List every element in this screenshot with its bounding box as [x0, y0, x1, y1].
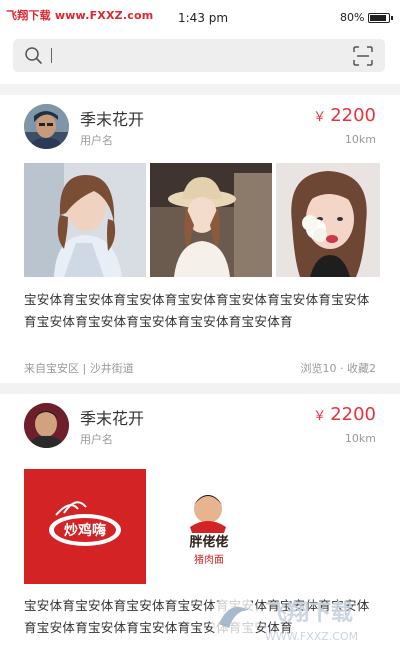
listing-photo[interactable] [24, 163, 146, 277]
price-value: 2200 [330, 404, 376, 425]
user-subtitle: 用户名 [80, 433, 113, 446]
status-time: 1:43 pm [178, 11, 229, 25]
price: ￥ 2200 [313, 105, 376, 126]
listing-stats: 浏览10 · 收藏2 [300, 362, 377, 375]
shop-logo-subtext: 猪肉面 [194, 553, 224, 566]
user-subtitle: 用户名 [80, 134, 113, 147]
avatar[interactable] [24, 104, 69, 149]
shop-logo[interactable]: 炒鸡嗨 [24, 469, 146, 584]
watermark-text: 飞翔下载 www.FXXZ.com [6, 9, 154, 22]
user-name: 季末花开 [80, 110, 145, 129]
search-icon[interactable] [25, 47, 42, 64]
watermark-title: 飞翔下载 [265, 600, 353, 626]
distance: 10km [344, 133, 376, 146]
status-bar: 飞翔下载 www.FXXZ.com 1:43 pm 80% [0, 0, 400, 34]
price-value: 2200 [330, 105, 376, 126]
price-symbol: ￥ [313, 110, 327, 125]
shop-logo[interactable]: 胖佬佬 猪肉面 [148, 469, 270, 584]
app-header: 飞翔下载 www.FXXZ.com 1:43 pm 80% [0, 0, 400, 84]
search-bar[interactable] [13, 39, 385, 72]
distance: 10km [344, 432, 376, 445]
search-input[interactable] [55, 43, 345, 68]
battery-icon [368, 13, 393, 23]
listing-location: 来自宝安区 | 沙井街道 [24, 362, 134, 375]
shop-logo-text: 炒鸡嗨 [64, 522, 106, 539]
search-caret [51, 48, 52, 63]
battery-level: 80% [340, 11, 365, 24]
scan-icon[interactable] [353, 46, 373, 66]
watermark-logo: 飞翔下载 WWW.FXXZ.COM [211, 595, 358, 643]
listing-photo[interactable] [276, 163, 380, 277]
shop-logo-text: 胖佬佬 [188, 534, 228, 550]
avatar[interactable] [24, 403, 69, 448]
watermark-url: WWW.FXXZ.COM [265, 630, 358, 643]
user-name: 季末花开 [80, 409, 145, 428]
price-symbol: ￥ [313, 409, 327, 424]
listing-description: 宝安体育宝安体育宝安体育宝安体育宝安体育宝安体育宝安体育宝安体育宝安体育宝安体育… [24, 292, 370, 329]
price: ￥ 2200 [313, 404, 376, 425]
listing-photo[interactable] [150, 163, 272, 277]
listing-card[interactable]: 季末花开 用户名 ￥ 2200 10km 宝安体育宝安体育宝安体育宝安体育宝安体… [0, 95, 400, 383]
